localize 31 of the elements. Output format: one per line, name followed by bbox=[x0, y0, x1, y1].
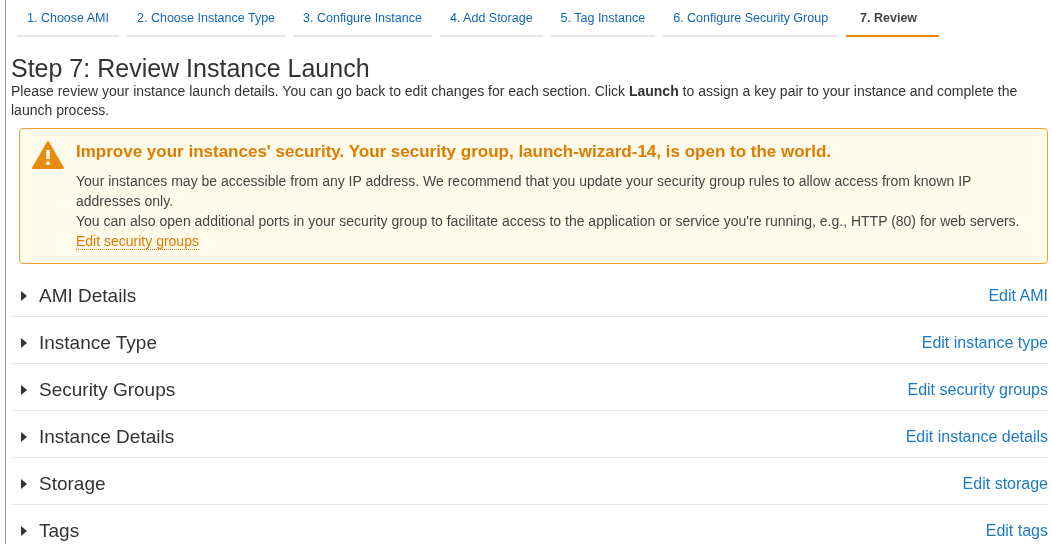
warning-message: Your instances may be accessible from any IP address. We recommend that you update your security group rules to allow access from known IP addresses only. bbox=[76, 171, 973, 211]
collapsed-caret-icon[interactable] bbox=[19, 290, 29, 301]
section-title[interactable]: Storage bbox=[39, 469, 106, 498]
wizard-step-tab[interactable]: 7. Review bbox=[846, 6, 940, 37]
edit-section-link[interactable]: Edit security groups bbox=[907, 377, 1048, 402]
edit-section-link[interactable]: Edit instance type bbox=[921, 330, 1048, 355]
wizard-step-tab[interactable]: 4. Add Storage bbox=[439, 6, 543, 37]
warning-icon bbox=[32, 141, 64, 170]
wizard-step-tab[interactable]: 5. Tag Instance bbox=[550, 6, 656, 37]
wizard-step-tab[interactable]: 3. Configure Instance bbox=[293, 6, 432, 37]
wizard-step-tab[interactable]: 1. Choose AMI bbox=[17, 6, 119, 37]
wizard-step-tab[interactable]: 2. Choose Instance Type bbox=[127, 6, 286, 37]
section-title[interactable]: Instance Details bbox=[39, 422, 175, 451]
edit-section-link[interactable]: Edit instance details bbox=[905, 424, 1048, 449]
wizard-step-tab[interactable]: 6. Configure Security Group bbox=[663, 6, 839, 37]
section-title[interactable]: AMI Details bbox=[39, 281, 137, 310]
collapsed-caret-icon[interactable] bbox=[19, 525, 29, 536]
section-title[interactable]: Security Groups bbox=[39, 375, 176, 404]
collapsed-caret-icon[interactable] bbox=[19, 431, 29, 442]
section-title[interactable]: Tags bbox=[39, 516, 80, 544]
section-title[interactable]: Instance Type bbox=[39, 328, 157, 357]
warning-title: Improve your instances' security. Your security group, launch-wizard-14, is open to the world. bbox=[76, 141, 833, 164]
page-title: Step 7: Review Instance Launch bbox=[11, 54, 371, 83]
warning-detail: You can also open additional ports in your security group to facilitate access to the application or service you're running, e.g., HTTP (80) for web servers. bbox=[76, 212, 1020, 229]
collapsed-caret-icon[interactable] bbox=[19, 478, 29, 489]
edit-section-link[interactable]: Edit storage bbox=[962, 471, 1048, 496]
intro-text: Please review your instance launch details. You can go back to edit changes for each section. Click Launch to assign a key pair to your instance and complete the launch process. bbox=[11, 82, 1019, 121]
collapsed-caret-icon[interactable] bbox=[19, 384, 29, 395]
collapsed-caret-icon[interactable] bbox=[19, 337, 29, 348]
edit-section-link[interactable]: Edit AMI bbox=[988, 283, 1048, 308]
edit-section-link[interactable]: Edit tags bbox=[985, 518, 1048, 543]
